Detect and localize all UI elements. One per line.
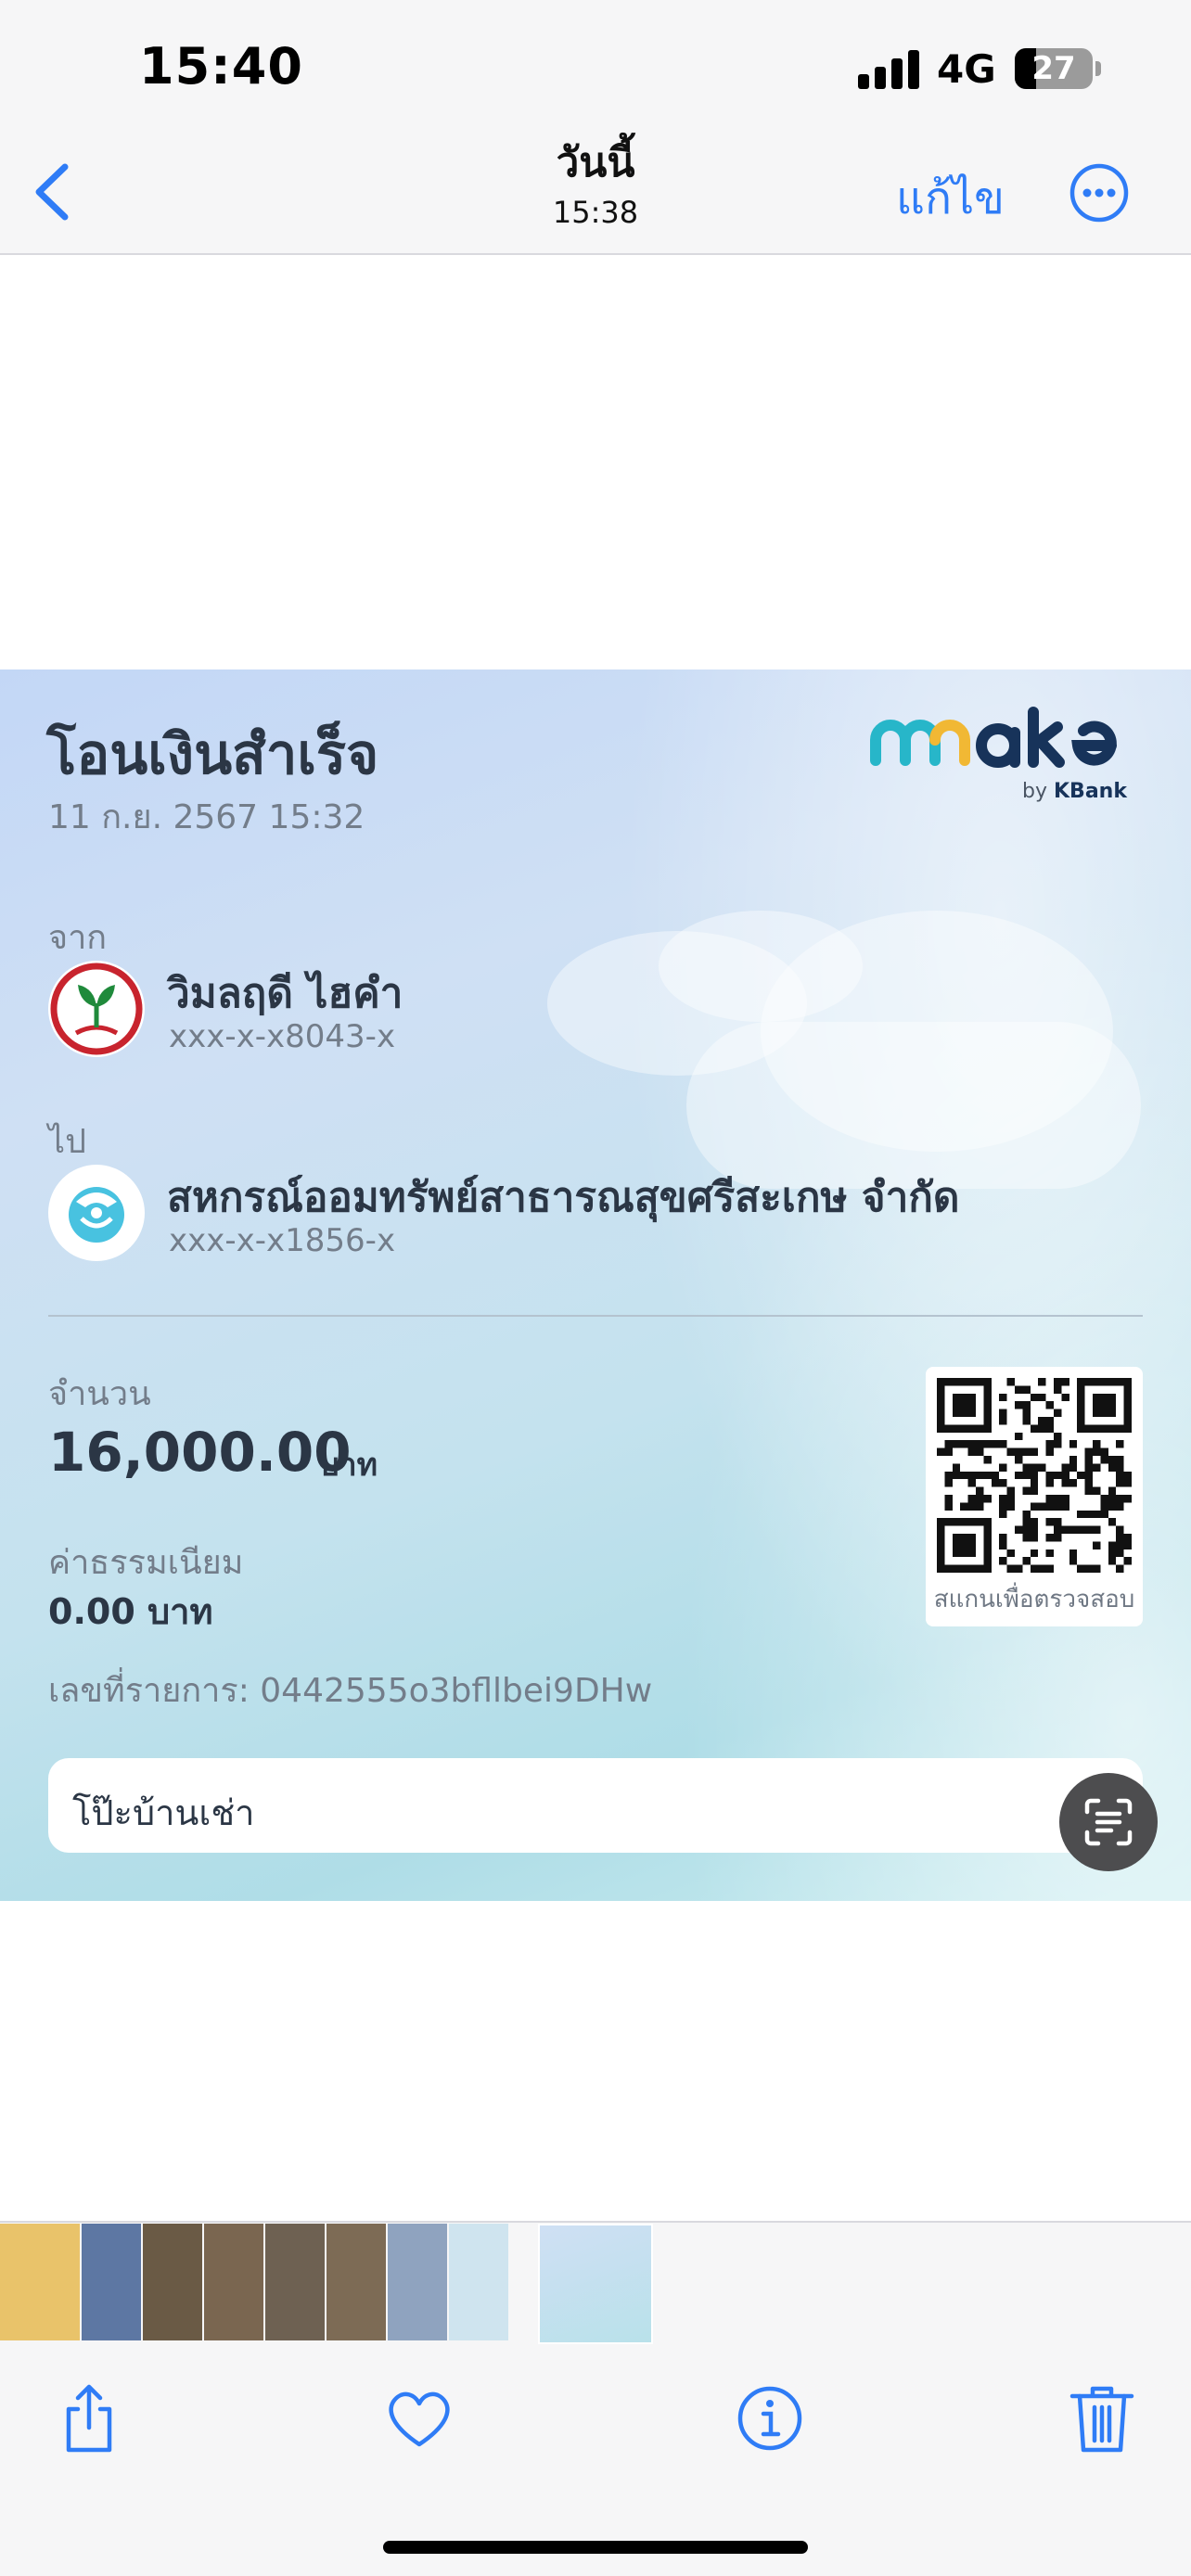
qr-caption: สแกนเพื่อตรวจสอบ bbox=[933, 1586, 1135, 1613]
fee-label: ค่าธรรมเนียม bbox=[48, 1544, 244, 1582]
amount-unit: บาท bbox=[319, 1447, 378, 1484]
nav-title: วันนี้ bbox=[556, 139, 635, 186]
cellular-signal-icon bbox=[858, 46, 919, 89]
trash-icon[interactable] bbox=[1065, 2381, 1139, 2455]
sender-name: วิมลฤดี ไฮคำ bbox=[167, 970, 403, 1017]
info-icon[interactable] bbox=[733, 2381, 807, 2455]
thumbnail-document-photo[interactable] bbox=[0, 2224, 80, 2340]
from-label: จาก bbox=[48, 919, 108, 957]
transaction-reference: เลขที่รายการ: 0442555o3bfllbei9DHw bbox=[48, 1672, 653, 1710]
make-by-kbank-logo: by KBank bbox=[870, 707, 1128, 803]
fee-value: 0.00 บาท bbox=[48, 1591, 213, 1632]
recipient-name: สหกรณ์ออมทรัพย์สาธารณสุขศรีสะเกษ จำกัด bbox=[167, 1174, 960, 1221]
thumbnail-coop-photo-1[interactable] bbox=[143, 2224, 202, 2340]
thumbnail-receipt-photo-current[interactable] bbox=[538, 2224, 653, 2344]
receipt-datetime: 11 ก.ย. 2567 15:32 bbox=[48, 798, 365, 836]
verification-qr: สแกนเพื่อตรวจสอบ bbox=[926, 1367, 1143, 1626]
photo-filmstrip[interactable] bbox=[0, 2224, 1191, 2344]
network-type: 4G bbox=[937, 46, 996, 92]
cloud-decoration bbox=[547, 911, 1141, 1189]
svg-text:KBank: KBank bbox=[1054, 780, 1128, 803]
divider bbox=[48, 1315, 1143, 1317]
thumbnail-eagle-photo[interactable] bbox=[82, 2224, 141, 2340]
status-time: 15:40 bbox=[139, 37, 303, 96]
home-indicator bbox=[383, 2541, 808, 2554]
kasikornbank-logo-icon bbox=[48, 961, 145, 1057]
sender-account: xxx-x-x8043-x bbox=[169, 1018, 396, 1055]
battery-icon: 27 bbox=[1015, 48, 1093, 89]
heart-icon[interactable] bbox=[382, 2381, 456, 2455]
thumbnail-coop-photo-4[interactable] bbox=[327, 2224, 386, 2340]
krungthai-bank-logo-icon bbox=[48, 1165, 145, 1261]
battery-cap bbox=[1095, 61, 1101, 76]
battery-level: 27 bbox=[1031, 50, 1076, 87]
amount-value: 16,000.00 bbox=[48, 1421, 352, 1484]
receipt-title: โอนเงินสำเร็จ bbox=[46, 722, 379, 787]
recipient-account: xxx-x-x1856-x bbox=[169, 1222, 396, 1259]
transfer-receipt-image: โอนเงินสำเร็จ 11 ก.ย. 2567 15:32 by KBan… bbox=[0, 670, 1191, 1901]
edit-button[interactable]: แก้ไข bbox=[896, 163, 1005, 234]
qr-code bbox=[937, 1378, 1132, 1573]
thumbnail-blue-jar-photo[interactable] bbox=[388, 2224, 447, 2340]
thumbnail-receipt-photo-1[interactable] bbox=[449, 2224, 508, 2340]
nav-subtitle: 15:38 bbox=[552, 195, 639, 230]
thumbnail-coop-photo-3[interactable] bbox=[265, 2224, 325, 2340]
live-text-scan-icon bbox=[1084, 1798, 1133, 1846]
svg-text:by: by bbox=[1022, 780, 1047, 803]
live-text-button[interactable] bbox=[1059, 1773, 1158, 1871]
ellipsis-circle-icon[interactable] bbox=[1069, 163, 1129, 223]
amount-label: จำนวน bbox=[48, 1375, 151, 1413]
top-bar: 15:40 4G 27 วันนี้ 15:38 แก้ไข bbox=[0, 0, 1191, 255]
to-label: ไป bbox=[48, 1123, 86, 1161]
memo-text: โป๊ะบ้านเช่า bbox=[72, 1792, 255, 1833]
photo-viewer-screen: 15:40 4G 27 วันนี้ 15:38 แก้ไข โอนเงินสำ… bbox=[0, 0, 1191, 2576]
share-icon[interactable] bbox=[52, 2381, 126, 2455]
thumbnail-coop-photo-2[interactable] bbox=[204, 2224, 263, 2340]
memo-box: โป๊ะบ้านเช่า bbox=[48, 1758, 1143, 1853]
